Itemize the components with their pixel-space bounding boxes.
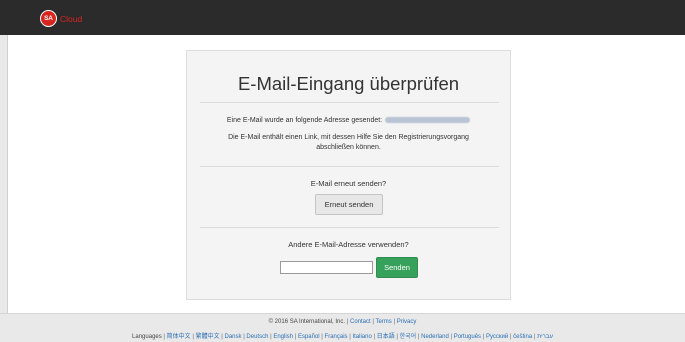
lang-link[interactable]: Nederland	[421, 334, 449, 340]
resend-button[interactable]: Erneut senden	[315, 194, 383, 215]
left-edge-panel	[0, 35, 8, 313]
send-button[interactable]: Senden	[376, 257, 418, 278]
sa-logo-icon: SA	[40, 10, 57, 27]
top-navbar: SA Cloud	[0, 0, 685, 35]
copyright-text: © 2016 SA International, Inc.	[268, 319, 346, 325]
divider	[200, 102, 499, 103]
other-email-question: Andere E-Mail-Adresse verwenden?	[288, 240, 409, 249]
lang-link[interactable]: English	[273, 334, 293, 340]
lang-link[interactable]: 繁體中文	[196, 334, 220, 340]
languages-label: Languages	[132, 334, 162, 340]
logo-initials: SA	[44, 15, 53, 22]
sent-to-text: Eine E-Mail wurde an folgende Adresse ge…	[226, 117, 383, 124]
footer-link-terms[interactable]: Terms	[375, 319, 391, 325]
language-selector: Languages | 简体中文 | 繁體中文 | Dansk | Deutsc…	[132, 334, 553, 340]
lang-link[interactable]: Português	[454, 334, 481, 340]
lang-link[interactable]: עברית	[537, 334, 553, 340]
redacted-email-address	[385, 117, 471, 124]
lang-link[interactable]: 한국어	[400, 334, 417, 340]
info-text: Die E-Mail enthält einen Link, mit desse…	[228, 134, 469, 151]
new-email-input[interactable]	[280, 261, 373, 274]
page-title: E-Mail-Eingang überprüfen	[237, 73, 460, 94]
sent-to-line: Eine E-Mail wurde an folgende Adresse ge…	[187, 117, 510, 124]
lang-link[interactable]: Français	[325, 334, 348, 340]
brand-name: Cloud	[60, 13, 83, 24]
divider	[200, 227, 499, 228]
lang-link[interactable]: 简体中文	[167, 334, 191, 340]
lang-link[interactable]: Italiano	[352, 334, 371, 340]
lang-link[interactable]: 日本語	[377, 334, 395, 340]
lang-link[interactable]: čeština	[513, 334, 532, 340]
lang-link[interactable]: Русский	[486, 334, 508, 340]
footer-link-contact[interactable]: Contact	[350, 319, 371, 325]
lang-link[interactable]: Deutsch	[246, 334, 268, 340]
verify-email-card: E-Mail-Eingang überprüfen Eine E-Mail wu…	[186, 50, 511, 300]
resend-question: E-Mail erneut senden?	[310, 179, 387, 188]
divider	[200, 166, 499, 167]
lang-link[interactable]: Español	[298, 334, 320, 340]
footer-copyright-line: © 2016 SA International, Inc. | Contact …	[268, 319, 417, 325]
brand-logo[interactable]: SA Cloud	[40, 10, 82, 27]
lang-link[interactable]: Dansk	[225, 334, 242, 340]
footer-link-privacy[interactable]: Privacy	[397, 319, 417, 325]
